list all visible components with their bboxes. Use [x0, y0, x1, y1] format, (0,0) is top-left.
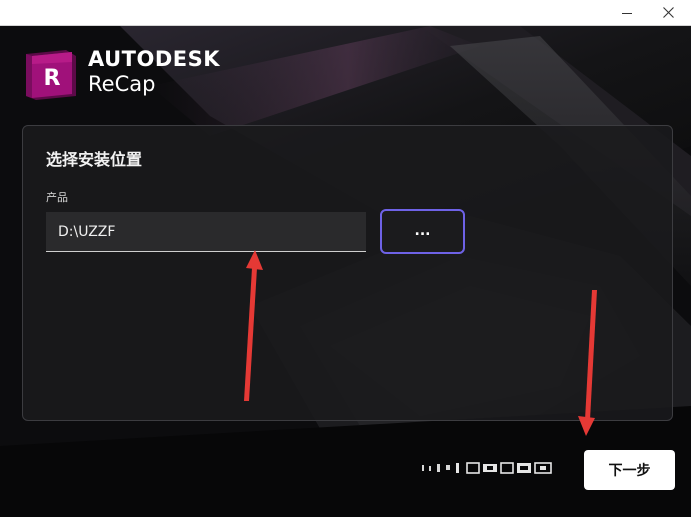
- close-button[interactable]: [645, 0, 691, 25]
- brand-block: AUTODESK ReCap: [88, 47, 220, 96]
- minimize-button[interactable]: [604, 0, 650, 25]
- next-button[interactable]: 下一步: [584, 450, 675, 490]
- product-field-label: 产品: [46, 191, 68, 204]
- brand-name: AUTODESK: [88, 47, 221, 71]
- title-bar: [0, 0, 691, 26]
- panel-title: 选择安装位置: [46, 150, 143, 169]
- close-icon: [662, 7, 674, 18]
- install-location-panel: 选择安装位置 产品 ...: [22, 125, 673, 421]
- recap-logo-icon: R: [26, 50, 76, 100]
- installer-window: R AUTODESK ReCap 选择安装位置 产品 ... 下一步: [0, 0, 691, 517]
- browse-button[interactable]: ...: [380, 209, 465, 254]
- minimize-icon: [622, 13, 632, 14]
- install-path-input[interactable]: [46, 212, 366, 252]
- product-name: ReCap: [88, 72, 156, 96]
- obscured-footer-text: [422, 462, 552, 474]
- logo-letter: R: [44, 66, 61, 91]
